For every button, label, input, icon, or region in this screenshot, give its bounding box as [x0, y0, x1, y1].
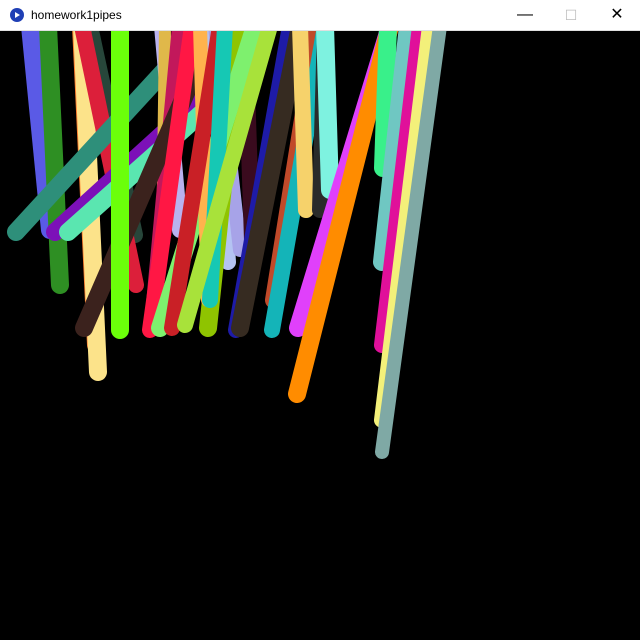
app-window: homework1pipes — ☐ ✕: [0, 0, 640, 640]
close-button[interactable]: ✕: [594, 0, 640, 30]
processing-app-icon: [10, 8, 24, 22]
pipe-stroke: [39, 31, 69, 294]
window-title: homework1pipes: [31, 8, 122, 22]
pipes-drawing: [7, 31, 447, 459]
sketch-canvas[interactable]: [0, 31, 640, 640]
pipe-stroke: [316, 31, 339, 199]
title-bar[interactable]: homework1pipes — ☐ ✕: [0, 0, 640, 31]
minimize-button[interactable]: —: [502, 0, 548, 30]
pipe-stroke: [292, 31, 314, 218]
maximize-button[interactable]: ☐: [548, 0, 594, 30]
